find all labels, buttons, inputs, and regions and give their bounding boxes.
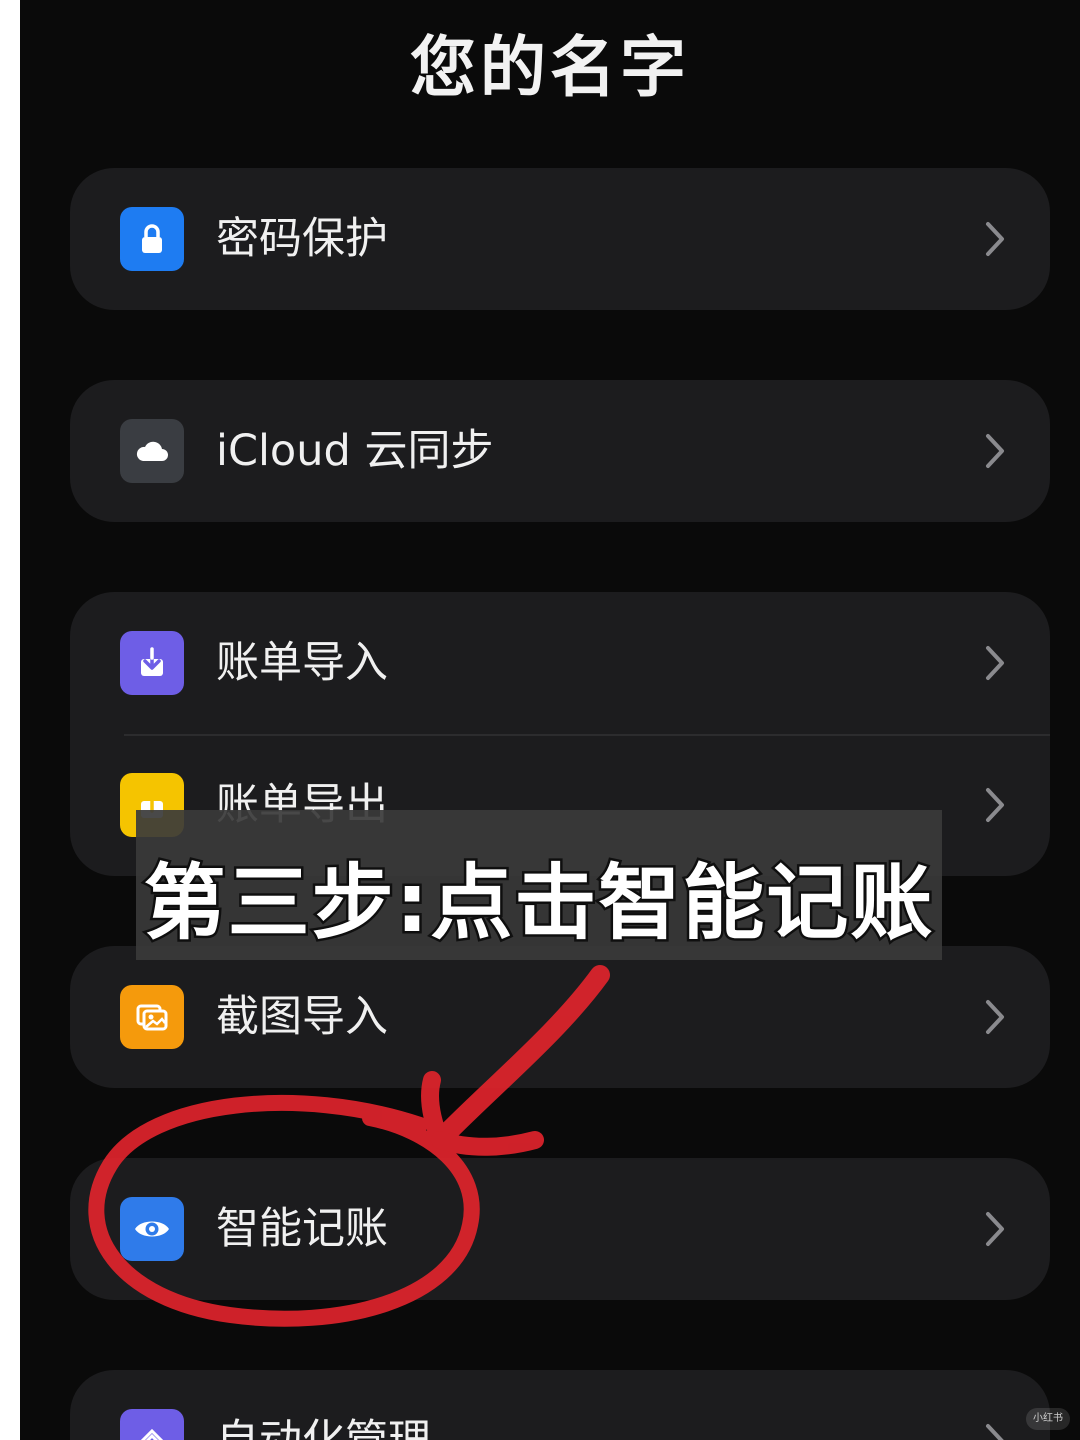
row-label: 智能记账	[216, 1204, 388, 1254]
import-icon	[120, 631, 184, 695]
group-security: 密码保护	[70, 168, 1050, 310]
chevron-right-icon	[980, 784, 1010, 826]
watermark-badge: 小红书	[1026, 1408, 1070, 1430]
lock-icon	[120, 207, 184, 271]
row-password-protection[interactable]: 密码保护	[70, 168, 1050, 310]
row-label: 账单导入	[216, 638, 388, 688]
row-label: 自动化管理	[216, 1414, 431, 1440]
row-label: 密码保护	[216, 214, 388, 264]
row-label: 截图导入	[216, 992, 388, 1042]
cloud-icon	[120, 419, 184, 483]
eye-icon	[120, 1197, 184, 1261]
row-automation-management[interactable]: 自动化管理	[70, 1370, 1050, 1440]
chevron-right-icon	[980, 642, 1010, 684]
layers-icon	[120, 1409, 184, 1440]
chevron-right-icon	[980, 218, 1010, 260]
row-bill-import[interactable]: 账单导入	[70, 592, 1050, 734]
chevron-right-icon	[980, 1420, 1010, 1440]
group-automation: 自动化管理	[70, 1370, 1050, 1440]
image-icon	[120, 985, 184, 1049]
row-label: iCloud 云同步	[216, 426, 494, 476]
row-screenshot-import[interactable]: 截图导入	[70, 946, 1050, 1088]
row-icloud-sync[interactable]: iCloud 云同步	[70, 380, 1050, 522]
group-screenshot-import: 截图导入	[70, 946, 1050, 1088]
chevron-right-icon	[980, 1208, 1010, 1250]
chevron-right-icon	[980, 430, 1010, 472]
page-title: 您的名字	[410, 29, 690, 106]
group-smart-bookkeeping: 智能记账	[70, 1158, 1050, 1300]
caption-overlay: 第三步:点击智能记账	[136, 810, 942, 960]
row-smart-bookkeeping[interactable]: 智能记账	[70, 1158, 1050, 1300]
chevron-right-icon	[980, 996, 1010, 1038]
caption-text: 第三步:点击智能记账	[141, 854, 935, 954]
settings-screen: 您的名字 密码保护 iCloud 云同步 账单导入 账单导出 截图导入 智能记账	[20, 0, 1080, 1440]
group-icloud: iCloud 云同步	[70, 380, 1050, 522]
